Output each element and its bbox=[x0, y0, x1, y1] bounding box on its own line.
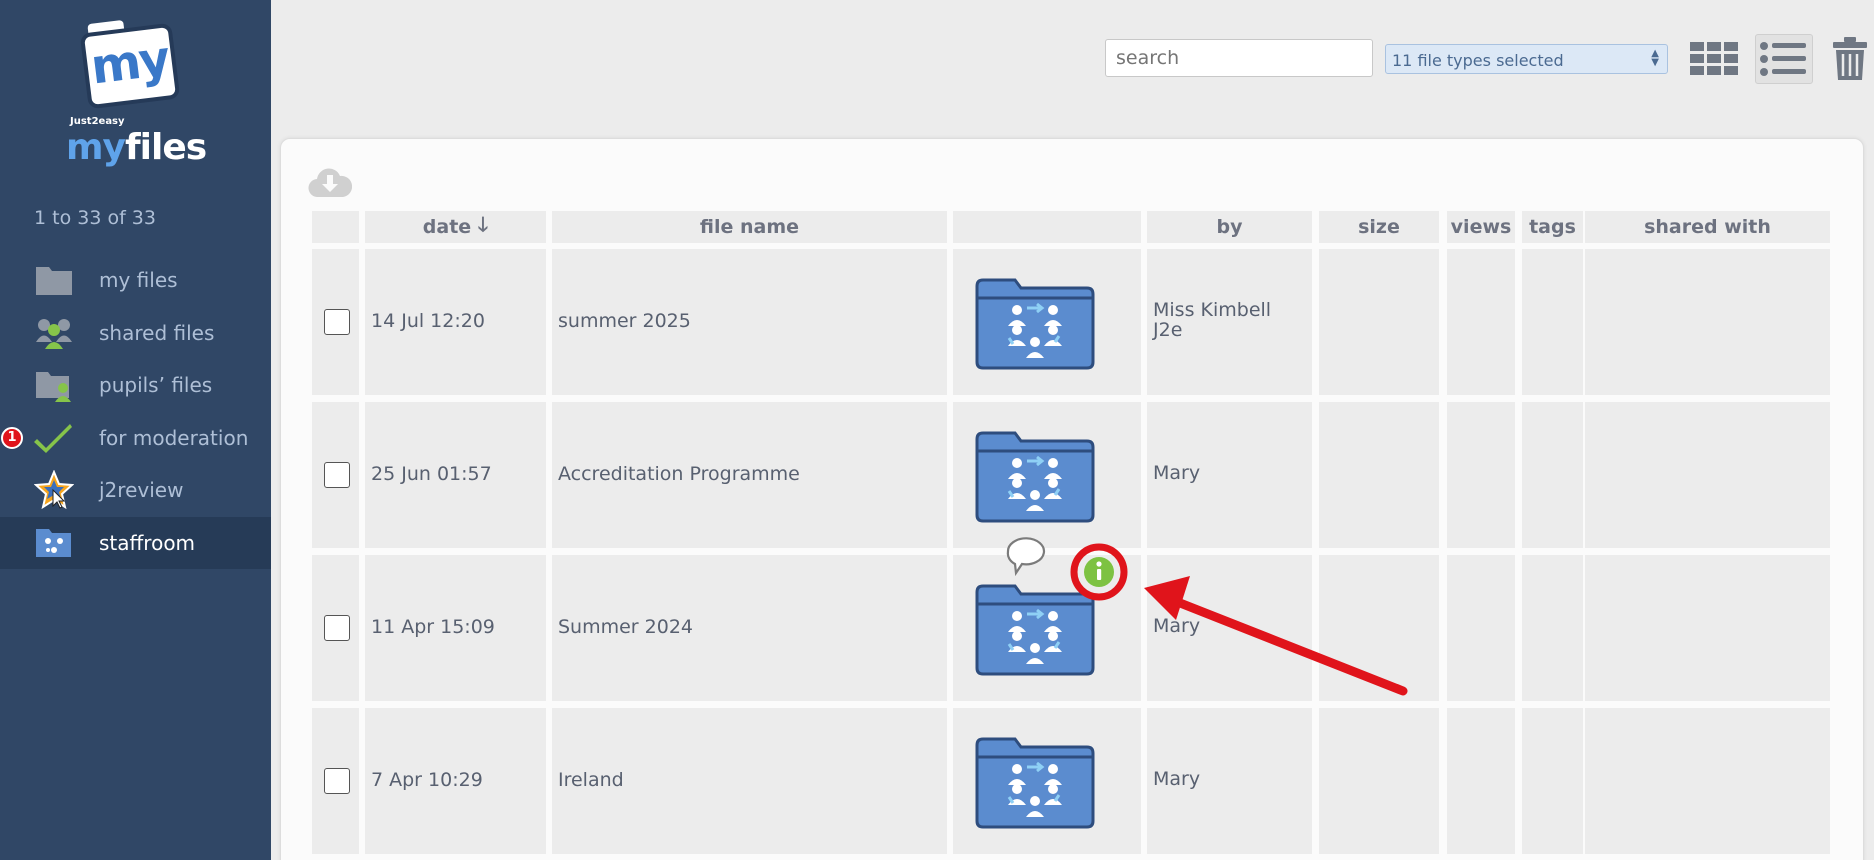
staffroom-folder-icon bbox=[34, 525, 74, 561]
staffroom-folder-icon[interactable] bbox=[975, 431, 1095, 527]
sort-down-arrow-icon: 🡓 bbox=[477, 212, 489, 236]
table-cell-shared bbox=[1585, 555, 1830, 701]
row-by-name: Miss Kimbell bbox=[1153, 299, 1272, 321]
sidebar-item-label: for moderation bbox=[99, 426, 249, 450]
header-date[interactable]: date 🡓 bbox=[365, 211, 546, 243]
table-cell-shared bbox=[1585, 249, 1830, 395]
header-icon bbox=[953, 211, 1141, 243]
logo-myfiles: myfiles bbox=[66, 127, 207, 168]
row-checkbox[interactable] bbox=[324, 309, 350, 335]
sidebar: my Just2easy myfiles 1 to 33 of 33 my fi… bbox=[0, 0, 271, 860]
row-checkbox[interactable] bbox=[324, 462, 350, 488]
table-cell-tags bbox=[1522, 402, 1583, 548]
table-cell-size bbox=[1319, 249, 1439, 395]
header-views-label: views bbox=[1450, 216, 1512, 238]
header-tags-label: tags bbox=[1529, 216, 1576, 238]
trash-icon bbox=[1833, 37, 1867, 80]
cloud-download-icon bbox=[308, 168, 353, 198]
logo-my2: my bbox=[66, 127, 126, 168]
header-select bbox=[312, 211, 359, 243]
table-cell-views bbox=[1447, 708, 1515, 854]
staffroom-folder-icon[interactable] bbox=[975, 278, 1095, 374]
sidebar-item-pupils-files[interactable]: pupils’ files bbox=[0, 359, 271, 411]
pupil-folder-icon bbox=[34, 367, 74, 403]
grid-icon bbox=[1690, 42, 1738, 75]
star-icon bbox=[34, 470, 74, 510]
table-cell-views bbox=[1447, 555, 1515, 701]
file-types-select[interactable]: 11 file types selected ▲ ▼ bbox=[1385, 44, 1668, 74]
list-icon bbox=[1760, 42, 1806, 76]
sidebar-item-j2review[interactable]: j2review bbox=[0, 464, 271, 516]
header-size[interactable]: size bbox=[1319, 211, 1439, 243]
row-by: Mary bbox=[1153, 769, 1200, 789]
header-file-name[interactable]: file name bbox=[552, 211, 947, 243]
sidebar-item-label: my files bbox=[99, 268, 178, 292]
table-cell-shared bbox=[1585, 402, 1830, 548]
sidebar-item-staffroom[interactable]: staffroom bbox=[0, 517, 271, 569]
sidebar-item-shared-files[interactable]: shared files bbox=[0, 307, 271, 359]
row-date: 7 Apr 10:29 bbox=[371, 769, 483, 791]
staffroom-folder-icon[interactable] bbox=[975, 737, 1095, 833]
row-file-name[interactable]: Ireland bbox=[558, 769, 624, 791]
sidebar-item-label: shared files bbox=[99, 321, 215, 345]
header-file-name-label: file name bbox=[699, 216, 800, 238]
row-checkbox[interactable] bbox=[324, 768, 350, 794]
row-date: 11 Apr 15:09 bbox=[371, 616, 495, 638]
table-cell-views bbox=[1447, 402, 1515, 548]
row-file-name[interactable]: summer 2025 bbox=[558, 310, 691, 332]
table-cell-size bbox=[1319, 555, 1439, 701]
sidebar-item-for-moderation[interactable]: 1 for moderation bbox=[0, 412, 271, 464]
header-size-label: size bbox=[1358, 216, 1400, 238]
row-by-name: Mary bbox=[1153, 462, 1201, 484]
logo-files: files bbox=[124, 127, 207, 168]
select-arrows-icon: ▲ ▼ bbox=[1651, 48, 1659, 68]
row-date: 14 Jul 12:20 bbox=[371, 310, 485, 332]
grid-view-button[interactable] bbox=[1685, 34, 1743, 84]
logo-my-badge: my bbox=[79, 22, 181, 110]
sidebar-item-label: pupils’ files bbox=[99, 373, 213, 397]
sidebar-item-my-files[interactable]: my files bbox=[0, 254, 271, 306]
staffroom-folder-icon[interactable] bbox=[975, 584, 1095, 680]
table-cell-tags bbox=[1522, 249, 1583, 395]
row-by-org: J2e bbox=[1153, 319, 1183, 341]
header-by[interactable]: by bbox=[1147, 211, 1312, 243]
row-by: Mary bbox=[1153, 463, 1200, 483]
people-icon bbox=[34, 315, 74, 351]
row-file-name[interactable]: Accreditation Programme bbox=[558, 463, 800, 485]
row-by: Miss Kimbell J2e bbox=[1153, 300, 1271, 340]
header-shared-with[interactable]: shared with bbox=[1585, 211, 1830, 243]
row-date: 25 Jun 01:57 bbox=[371, 463, 492, 485]
sidebar-item-label: j2review bbox=[99, 478, 184, 502]
folder-icon bbox=[34, 262, 74, 298]
search-input[interactable] bbox=[1105, 39, 1373, 77]
table-cell-size bbox=[1319, 402, 1439, 548]
row-by: Mary bbox=[1153, 616, 1200, 636]
table-cell-views bbox=[1447, 249, 1515, 395]
header-tags[interactable]: tags bbox=[1522, 211, 1583, 243]
checkmark-icon bbox=[34, 420, 74, 456]
cloud-download-button[interactable] bbox=[308, 165, 353, 203]
header-shared-with-label: shared with bbox=[1644, 216, 1771, 238]
logo-my-text: my bbox=[87, 30, 172, 96]
table-cell-tags bbox=[1522, 555, 1583, 701]
row-checkbox[interactable] bbox=[324, 615, 350, 641]
list-view-button[interactable] bbox=[1755, 34, 1813, 84]
file-types-value: 11 file types selected bbox=[1392, 51, 1564, 70]
row-by-name: Mary bbox=[1153, 768, 1201, 790]
row-file-name[interactable]: Summer 2024 bbox=[558, 616, 693, 638]
sidebar-item-label: staffroom bbox=[99, 531, 196, 555]
header-by-label: by bbox=[1216, 216, 1243, 238]
myfiles-logo[interactable]: my Just2easy myfiles bbox=[62, 19, 207, 168]
row-by-name: Mary bbox=[1153, 615, 1201, 637]
file-count: 1 to 33 of 33 bbox=[34, 207, 156, 229]
logo-just2easy: Just2easy bbox=[70, 116, 125, 127]
table-cell-size bbox=[1319, 708, 1439, 854]
table-cell-tags bbox=[1522, 708, 1583, 854]
header-date-label: date bbox=[422, 216, 472, 238]
trash-button[interactable] bbox=[1826, 34, 1874, 84]
table-cell-shared bbox=[1585, 708, 1830, 854]
moderation-count-badge: 1 bbox=[1, 427, 23, 449]
header-views[interactable]: views bbox=[1447, 211, 1515, 243]
